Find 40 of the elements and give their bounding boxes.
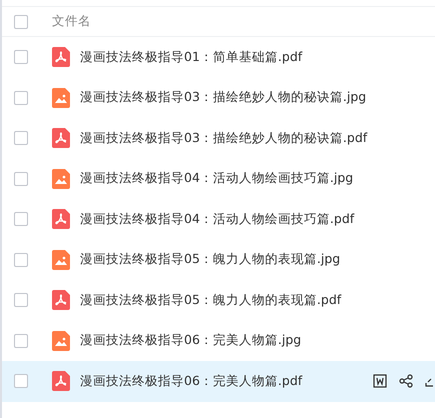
file-name[interactable]: 漫画技法终极指导06：完美人物篇.pdf (80, 372, 302, 391)
file-name[interactable]: 漫画技法终极指导04：活动人物绘画技巧篇.pdf (80, 210, 354, 229)
pdf-file-icon (52, 371, 70, 392)
row-checkbox[interactable] (14, 172, 28, 186)
file-name[interactable]: 漫画技法终极指导05：魄力人物的表现篇.jpg (80, 250, 340, 270)
file-name[interactable]: 漫画技法终极指导01：简单基础篇.pdf (80, 48, 302, 67)
column-header[interactable]: 文件名 (52, 12, 91, 31)
pdf-file-icon (52, 47, 70, 68)
file-name[interactable]: 漫画技法终极指导03：描绘绝妙人物的秘诀篇.pdf (80, 128, 368, 148)
file-row[interactable]: 漫画技法终极指导03：描绘绝妙人物的秘诀篇.pdf (2, 118, 435, 158)
image-file-icon (52, 168, 70, 189)
image-file-icon (52, 330, 70, 351)
row-checkbox[interactable] (14, 50, 28, 64)
file-name[interactable]: 漫画技法终极指导06：完美人物篇.jpg (80, 331, 302, 350)
row-checkbox[interactable] (14, 374, 28, 388)
document-icon[interactable] (373, 374, 387, 388)
file-name[interactable]: 漫画技法终极指导03：描绘绝妙人物的秘诀篇.jpg (80, 88, 366, 108)
row-checkbox[interactable] (14, 252, 28, 267)
file-row[interactable]: 漫画技法终极指导05：魄力人物的表现篇.pdf (2, 280, 435, 320)
row-checkbox[interactable] (14, 212, 28, 226)
file-name[interactable]: 漫画技法终极指导05：魄力人物的表现篇.pdf (80, 290, 342, 310)
pdf-file-icon (52, 128, 70, 148)
image-file-icon (52, 250, 70, 270)
file-row[interactable]: 漫画技法终极指导03：描绘绝妙人物的秘诀篇.jpg (2, 78, 435, 118)
file-row[interactable]: 漫画技法终极指导06：完美人物篇.jpg (2, 320, 435, 361)
file-row[interactable]: 漫画技法终极指导04：活动人物绘画技巧篇.pdf (2, 199, 435, 240)
row-checkbox[interactable] (14, 334, 28, 348)
row-checkbox[interactable] (14, 90, 28, 105)
file-name[interactable]: 漫画技法终极指导04：活动人物绘画技巧篇.jpg (80, 169, 354, 188)
row-checkbox[interactable] (14, 293, 28, 308)
row-checkbox[interactable] (14, 131, 28, 146)
image-file-icon (52, 88, 70, 108)
file-row[interactable]: 漫画技法终极指导05：魄力人物的表现篇.jpg (2, 240, 435, 280)
share-icon[interactable] (399, 374, 413, 388)
file-row[interactable]: 漫画技法终极指导01：简单基础篇.pdf (2, 37, 435, 78)
pdf-file-icon (52, 209, 70, 230)
file-row[interactable]: 漫画技法终极指导04：活动人物绘画技巧篇.jpg (2, 158, 435, 199)
file-row[interactable]: 漫画技法终极指导06：完美人物篇.pdf (2, 361, 435, 402)
pdf-file-icon (52, 290, 70, 310)
select-all-checkbox[interactable] (14, 14, 28, 28)
